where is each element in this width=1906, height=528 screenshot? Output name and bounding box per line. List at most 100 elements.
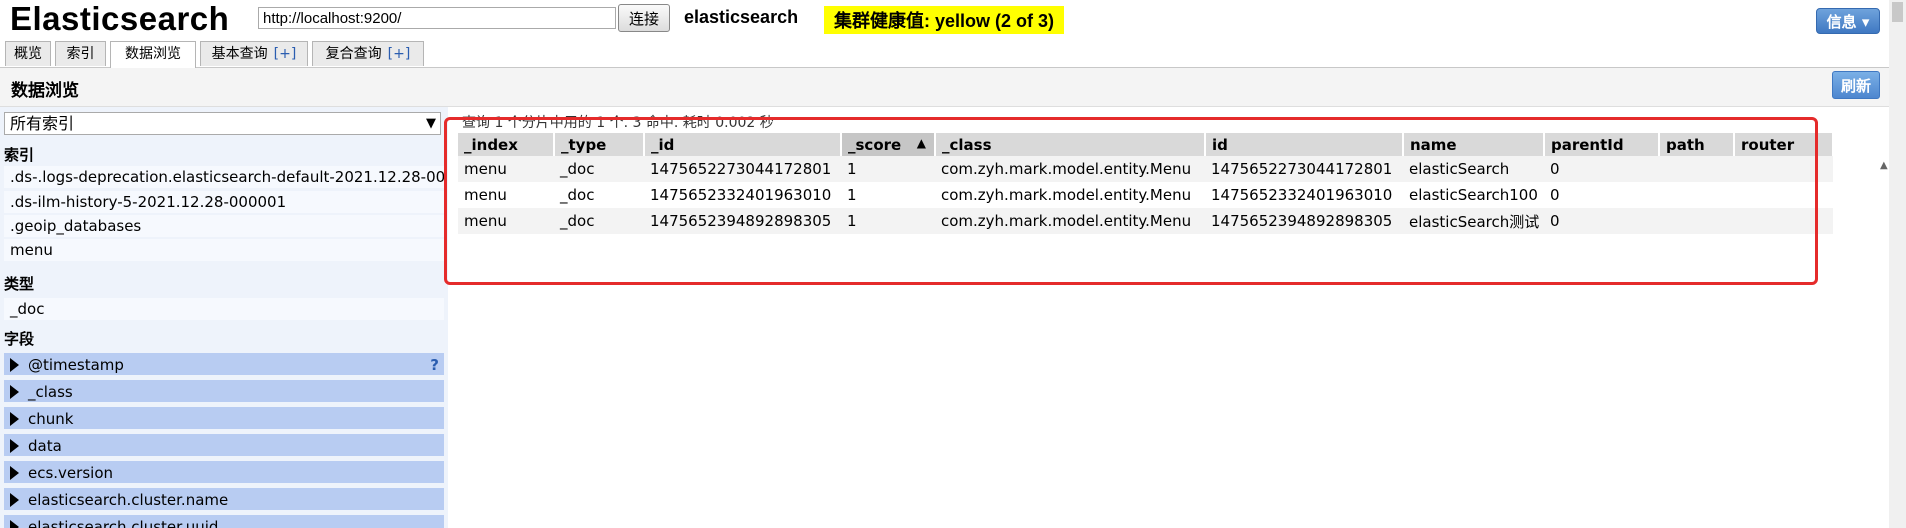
expand-arrow-icon [10, 358, 19, 372]
tab-overview[interactable]: 概览 [5, 41, 51, 66]
column-header[interactable]: _id [644, 133, 842, 156]
cell-path [1659, 208, 1734, 234]
field-name: @timestamp [28, 356, 124, 374]
cell-id: 1475652394892898305 [644, 208, 841, 234]
field-item-ecs-version[interactable]: ecs.version [4, 461, 444, 485]
field-item-cluster-uuid[interactable]: elasticsearch.cluster.uuid [4, 515, 444, 528]
cell-score: 1 [841, 156, 935, 182]
tab-indices[interactable]: 索引 [55, 41, 106, 66]
field-name: ecs.version [28, 464, 113, 482]
index-filter-item[interactable]: .ds-.logs-deprecation.elasticsearch-defa… [4, 166, 444, 188]
column-header[interactable]: _type [554, 133, 645, 156]
column-header[interactable]: parentId [1544, 133, 1660, 156]
index-filter-item[interactable]: menu [4, 239, 444, 261]
field-name: chunk [28, 410, 74, 428]
expand-arrow-icon [10, 493, 19, 507]
page-title: 数据浏览 [11, 81, 79, 101]
tab-basic-query[interactable]: 基本查询 [+] [200, 41, 308, 66]
cell-score: 1 [841, 208, 935, 234]
field-name: _class [28, 383, 73, 401]
cell-type: _doc [554, 208, 644, 234]
cell-router [1734, 182, 1833, 208]
cell-class: com.zyh.mark.model.entity.Menu [935, 208, 1205, 234]
table-row[interactable]: menu _doc 1475652394892898305 1 com.zyh.… [458, 208, 1833, 234]
table-row[interactable]: menu _doc 1475652273044172801 1 com.zyh.… [458, 156, 1833, 182]
cluster-url-input[interactable] [258, 7, 616, 29]
cell-index: menu [458, 208, 554, 234]
index-select[interactable]: 所有索引 ▼ [4, 112, 441, 135]
cell-name: elasticSearch [1403, 156, 1544, 182]
tab-compound-query[interactable]: 复合查询 [+] [312, 41, 424, 66]
cell-id: 1475652332401963010 [644, 182, 841, 208]
page-title-bar: 数据浏览 [0, 68, 1906, 107]
info-dropdown-button[interactable]: 信息 ▾ [1816, 8, 1880, 34]
sort-ascending-icon: ▲ [916, 135, 926, 150]
field-name: elasticsearch.cluster.name [28, 491, 229, 509]
tab-label: 索引 [66, 46, 95, 62]
index-section-heading: 索引 [4, 146, 35, 164]
column-header[interactable]: path [1659, 133, 1735, 156]
filter-sidebar: 所有索引 ▼ 索引 .ds-.logs-deprecation.elastics… [0, 107, 448, 528]
cell-name: elasticSearch测试 [1403, 208, 1544, 234]
expand-arrow-icon [10, 412, 19, 426]
results-table: _index _type _id _score ▲ _class id name … [458, 133, 1834, 234]
vertical-scrollbar[interactable] [1889, 0, 1906, 528]
tab-browser[interactable]: 数据浏览 [110, 41, 196, 68]
add-query-tab-link[interactable]: [+] [388, 46, 411, 62]
column-header[interactable]: _index [458, 133, 555, 156]
query-summary: 查询 1 个分片中用的 1 个. 3 命中. 耗时 0.002 秒 [462, 115, 774, 131]
field-item-class[interactable]: _class [4, 380, 444, 404]
type-filter-item[interactable]: _doc [4, 298, 444, 320]
connect-button[interactable]: 连接 [618, 4, 670, 32]
table-header-row: _index _type _id _score ▲ _class id name … [458, 133, 1834, 156]
field-item-data[interactable]: data [4, 434, 444, 458]
cell-parent-id: 0 [1544, 182, 1659, 208]
table-row[interactable]: menu _doc 1475652332401963010 1 com.zyh.… [458, 182, 1833, 208]
column-header-sorted[interactable]: _score ▲ [841, 133, 936, 156]
cell-index: menu [458, 182, 554, 208]
tab-label: 数据浏览 [125, 46, 181, 62]
column-header[interactable]: name [1403, 133, 1545, 156]
column-header[interactable]: router [1734, 133, 1834, 156]
column-header[interactable]: id [1205, 133, 1404, 156]
header: Elasticsearch 连接 elasticsearch 集群健康值: ye… [0, 0, 1906, 40]
refresh-button[interactable]: 刷新 [1832, 71, 1880, 99]
field-item-timestamp[interactable]: @timestamp ? [4, 353, 444, 377]
cell-parent-id: 0 [1544, 156, 1659, 182]
add-query-tab-link[interactable]: [+] [274, 46, 297, 62]
cell-router [1734, 156, 1833, 182]
type-section-heading: 类型 [4, 275, 35, 293]
cell-class: com.zyh.mark.model.entity.Menu [935, 182, 1205, 208]
cell-class: com.zyh.mark.model.entity.Menu [935, 156, 1205, 182]
scroll-up-arrow-icon[interactable]: ▲ [1880, 160, 1888, 171]
cell-name: elasticSearch100 [1403, 182, 1544, 208]
tab-label: 基本查询 [211, 46, 268, 62]
field-name: elasticsearch.cluster.uuid [28, 518, 219, 528]
tab-bar: 概览 索引 数据浏览 基本查询 [+] 复合查询 [+] [0, 41, 1906, 68]
field-name: data [28, 437, 62, 455]
cell-index: menu [458, 156, 554, 182]
cell-path [1659, 182, 1734, 208]
index-select-value: 所有索引 [10, 114, 75, 133]
column-header-label: _score [848, 135, 902, 154]
expand-arrow-icon [10, 520, 19, 528]
help-icon[interactable]: ? [430, 353, 439, 375]
index-filter-item[interactable]: .geoip_databases [4, 215, 444, 237]
cell-id: 1475652273044172801 [644, 156, 841, 182]
app-title: Elasticsearch [10, 0, 230, 37]
cell-field-id: 1475652273044172801 [1205, 156, 1403, 182]
index-filter-item[interactable]: .ds-ilm-history-5-2021.12.28-000001 [4, 191, 444, 213]
tab-label: 复合查询 [325, 46, 382, 62]
expand-arrow-icon [10, 385, 19, 399]
expand-arrow-icon [10, 439, 19, 453]
column-header[interactable]: _class [935, 133, 1206, 156]
cell-score: 1 [841, 182, 935, 208]
cluster-health-badge: 集群健康值: yellow (2 of 3) [824, 6, 1065, 34]
field-item-cluster-name[interactable]: elasticsearch.cluster.name [4, 488, 444, 512]
cell-type: _doc [554, 156, 644, 182]
scrollbar-thumb[interactable] [1892, 2, 1903, 22]
cell-field-id: 1475652394892898305 [1205, 208, 1403, 234]
field-item-chunk[interactable]: chunk [4, 407, 444, 431]
cell-parent-id: 0 [1544, 208, 1659, 234]
cell-type: _doc [554, 182, 644, 208]
